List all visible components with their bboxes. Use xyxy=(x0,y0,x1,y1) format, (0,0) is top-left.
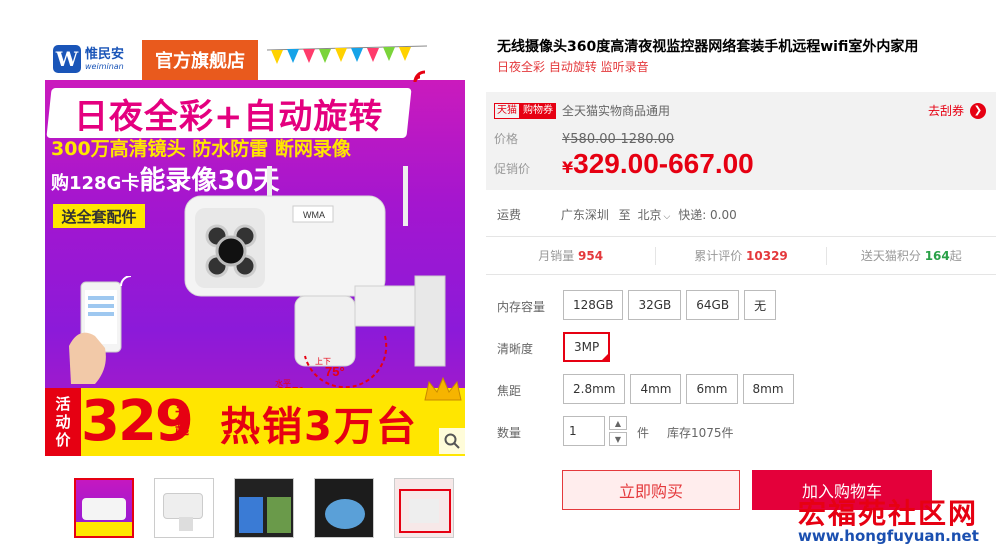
currency-symbol: ¥ xyxy=(562,158,574,177)
tmall-points-label: 送天猫积分 xyxy=(860,249,921,263)
divider xyxy=(486,274,996,275)
tmall-points: 送天猫积分 164起 xyxy=(827,247,996,265)
tilt-angle: 75° xyxy=(325,364,345,379)
promo-side-label: 活 动 价 xyxy=(45,388,81,456)
total-reviews-value: 10329 xyxy=(746,249,788,263)
zoom-button[interactable] xyxy=(439,428,465,454)
divider xyxy=(486,236,996,237)
quantity-label: 数量 xyxy=(497,426,522,440)
shipping-label: 运费 xyxy=(497,208,522,222)
promo-side-char: 动 xyxy=(55,413,71,431)
quantity-increase-button[interactable]: ▲ xyxy=(609,416,627,430)
focal-option[interactable]: 8mm xyxy=(742,374,794,404)
focal-label: 焦距 xyxy=(497,384,522,398)
clarity-options: 3MP xyxy=(563,332,611,362)
product-subtitle: 日夜全彩 自动旋转 监听录音 xyxy=(497,60,649,74)
bunting-flags-icon xyxy=(267,45,427,83)
promo-side-char: 活 xyxy=(55,395,71,413)
brand-logo: W 惟民安 weiminan xyxy=(53,42,143,76)
get-coupon-label: 去刮券 xyxy=(927,104,964,118)
thumbnail-2[interactable] xyxy=(154,478,214,538)
memory-option[interactable]: 32GB xyxy=(628,290,682,320)
banner-headline-text: 日夜全彩+自动旋转 xyxy=(74,96,384,137)
memory-option[interactable]: 128GB xyxy=(563,290,624,320)
focal-option[interactable]: 4mm xyxy=(630,374,682,404)
coupon-row: 天猫 购物券 全天猫实物商品通用 xyxy=(494,102,670,119)
total-reviews-label: 累计评价 xyxy=(694,249,743,263)
coupon-text: 全天猫实物商品通用 xyxy=(562,104,671,118)
orig-price-label: 价格 xyxy=(494,132,519,146)
accessory-kit-tag: 送全套配件 xyxy=(53,204,145,228)
memory-label: 内存容量 xyxy=(497,300,546,314)
tmall-tag: 天猫 xyxy=(494,102,520,119)
banner-headline: 日夜全彩+自动旋转 xyxy=(46,88,412,138)
brand-mark-icon: W xyxy=(53,45,81,73)
stats-row: 月销量 954 累计评价 10329 送天猫积分 164起 xyxy=(486,247,996,265)
memory-options: 128GB 32GB 64GB 无 xyxy=(563,290,777,320)
shipping-to: 北京 xyxy=(637,208,662,222)
monthly-sales-value: 954 xyxy=(578,249,604,263)
thumbnail-5[interactable] xyxy=(394,478,454,538)
promo-side-char: 价 xyxy=(55,431,71,449)
product-title: 无线摄像头360度高清夜视监控器网络套装手机远程wifi室外内家用 xyxy=(497,39,919,55)
shopping-coupon-tag: 购物券 xyxy=(520,102,556,119)
promo-unit-char: 元 xyxy=(175,406,189,422)
memory-option[interactable]: 无 xyxy=(744,290,777,320)
chevron-down-icon: ▼ xyxy=(614,434,622,444)
stock-text: 库存1075件 xyxy=(667,426,734,440)
brand-name-en: weiminan xyxy=(85,61,124,71)
monthly-sales-label: 月销量 xyxy=(538,249,575,263)
thumbnail-strip xyxy=(74,478,454,538)
shipping-from: 广东深圳 xyxy=(560,208,609,222)
banner-subline-1: 300万高清镜头 防水防雷 断网录像 xyxy=(51,138,351,160)
promo-unit: 元 起 xyxy=(175,406,189,438)
main-product-image[interactable]: W 惟民安 weiminan 官方旗舰店 日夜全彩+自动旋转 300万高清镜头 … xyxy=(45,36,465,456)
tmall-points-value: 164 xyxy=(924,249,950,263)
get-coupon-link[interactable]: 去刮券 ❯ xyxy=(928,102,986,119)
total-reviews[interactable]: 累计评价 10329 xyxy=(656,247,827,265)
quantity-decrease-button[interactable]: ▼ xyxy=(609,432,627,446)
orig-price-value: ¥580.00-1280.00 xyxy=(562,132,675,147)
promo-unit-char: 起 xyxy=(175,422,189,438)
price-panel: 天猫 购物券 全天猫实物商品通用 去刮券 ❯ 价格 ¥580.00-1280.0… xyxy=(486,92,996,190)
focal-options: 2.8mm 4mm 6mm 8mm xyxy=(563,374,794,404)
memory-option[interactable]: 64GB xyxy=(686,290,740,320)
watermark-text: 宏福苑社区网 xyxy=(798,497,979,530)
thumbnail-3[interactable] xyxy=(234,478,294,538)
thumbnail-4[interactable] xyxy=(314,478,374,538)
clarity-option-selected[interactable]: 3MP xyxy=(563,332,611,362)
quantity-unit: 件 xyxy=(637,426,650,440)
watermark-url: www.hongfuyuan.net xyxy=(798,527,979,545)
thumbnail-1[interactable] xyxy=(74,478,134,538)
quantity-input[interactable]: 1 xyxy=(563,416,605,446)
security-camera-icon: WMA 上下 75° 水平 255° xyxy=(184,166,446,396)
magnifier-icon xyxy=(444,433,460,449)
focal-option[interactable]: 2.8mm xyxy=(563,374,626,404)
crown-icon xyxy=(424,376,462,401)
shipping-express: 快递: 0.00 xyxy=(678,208,737,222)
buy-now-button[interactable]: 立即购买 xyxy=(562,470,740,510)
focal-option[interactable]: 6mm xyxy=(686,374,738,404)
store-tag: 官方旗舰店 xyxy=(142,40,258,80)
chevron-down-icon: ⌵ xyxy=(663,212,671,222)
clarity-label: 清晰度 xyxy=(497,342,534,356)
brand-name: 惟民安 xyxy=(85,46,125,62)
chevron-up-icon: ▲ xyxy=(614,418,622,428)
tmall-points-suffix: 起 xyxy=(949,249,962,263)
promo-price-value: ¥329.00-667.00 xyxy=(562,148,754,180)
banner-subline-2-prefix: 购128G卡 xyxy=(51,173,140,194)
shipping-destination[interactable]: 北京 ⌵ xyxy=(638,208,671,222)
monthly-sales: 月销量 954 xyxy=(486,247,657,265)
shipping-row: 运费 广东深圳 至 北京 ⌵ 快递: 0.00 xyxy=(497,206,997,223)
hot-sales-text: 热销3万台 xyxy=(220,404,418,450)
shipping-to-word: 至 xyxy=(618,208,631,222)
promo-price-label: 促销价 xyxy=(494,162,531,176)
camera-brand-label: WMA xyxy=(303,210,325,220)
chevron-right-icon: ❯ xyxy=(970,102,986,119)
promo-price-number: 329.00-667.00 xyxy=(573,148,754,179)
smartphone-icon xyxy=(69,276,132,384)
